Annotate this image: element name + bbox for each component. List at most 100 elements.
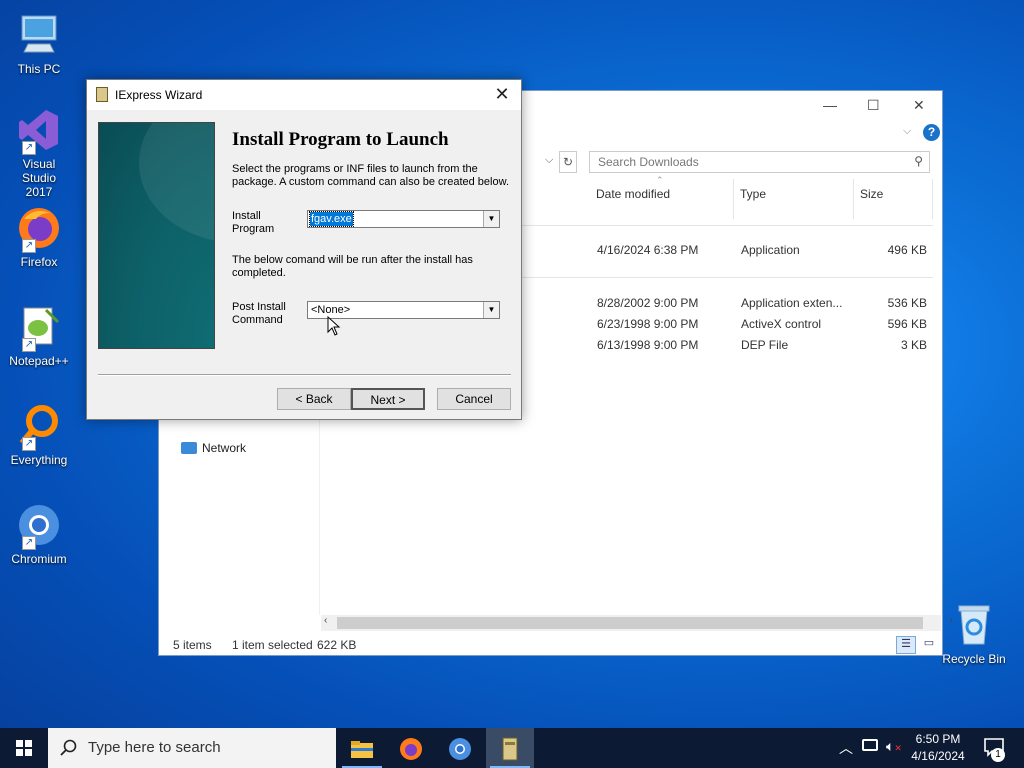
dialog-titlebar[interactable]: IExpress Wizard ✕ bbox=[87, 80, 521, 110]
search-icon bbox=[60, 739, 77, 756]
scroll-left-icon[interactable]: ‹ bbox=[324, 615, 327, 626]
address-dropdown-icon[interactable]: ⌵ bbox=[545, 154, 553, 167]
recycle-bin-icon bbox=[951, 602, 997, 648]
cancel-button[interactable]: Cancel bbox=[437, 388, 511, 410]
scrollbar-thumb[interactable] bbox=[337, 617, 923, 629]
desktop-icon-recycle-bin[interactable]: Recycle Bin bbox=[936, 602, 1012, 666]
file-date: 6/13/1998 9:00 PM bbox=[597, 338, 699, 352]
minimize-icon[interactable]: — bbox=[823, 97, 837, 113]
file-size: 596 KB bbox=[887, 317, 927, 331]
file-date: 4/16/2024 6:38 PM bbox=[597, 243, 699, 257]
desktop-icon-chromium[interactable]: ↗ Chromium bbox=[1, 502, 77, 566]
notepad-plus-plus-icon: ↗ bbox=[16, 304, 62, 352]
file-row[interactable]: 6/13/1998 9:00 PM DEP File 3 KB bbox=[589, 338, 929, 358]
search-input[interactable]: Search Downloads ⚲ bbox=[589, 151, 930, 173]
desktop-icon-label: Notepad++ bbox=[9, 354, 69, 368]
search-icon: ⚲ bbox=[914, 154, 923, 168]
post-install-value: <None> bbox=[311, 304, 351, 316]
everything-search-icon: ↗ bbox=[16, 403, 62, 451]
file-size: 3 KB bbox=[900, 338, 927, 352]
desktop-icon-visual-studio[interactable]: ↗ Visual Studio 2017 bbox=[1, 107, 77, 199]
search-placeholder: Search Downloads bbox=[598, 155, 699, 169]
file-type: ActiveX control bbox=[741, 317, 822, 331]
wizard-banner-image bbox=[98, 122, 215, 349]
windows-logo-icon bbox=[16, 740, 32, 756]
desktop-icon-everything[interactable]: ↗ Everything bbox=[1, 403, 77, 467]
status-bar: 5 items 1 item selected 622 KB ☰ ▭ bbox=[159, 636, 942, 656]
desktop-icon-label: Visual Studio 2017 bbox=[21, 157, 57, 199]
volume-muted-icon[interactable]: 🔈︎✕ bbox=[886, 738, 902, 755]
folder-icon bbox=[351, 740, 373, 758]
file-row[interactable]: 4/16/2024 6:38 PM Application 496 KB bbox=[589, 243, 929, 263]
taskbar-search-placeholder: Type here to search bbox=[88, 739, 221, 756]
next-button[interactable]: Next > bbox=[351, 388, 425, 410]
network-status-icon[interactable] bbox=[862, 739, 878, 751]
scroll-right-icon[interactable]: › bbox=[950, 615, 953, 626]
taskbar-chromium[interactable] bbox=[436, 728, 484, 768]
status-item-count: 5 items bbox=[173, 638, 212, 652]
dropdown-arrow-icon[interactable]: ▼ bbox=[483, 211, 499, 227]
horizontal-scrollbar[interactable]: ‹ › bbox=[321, 615, 953, 631]
post-install-description: The below comand will be run after the i… bbox=[232, 254, 473, 279]
page-heading: Install Program to Launch bbox=[232, 129, 449, 150]
network-icon bbox=[181, 442, 197, 454]
column-type[interactable]: Type bbox=[740, 187, 766, 201]
file-size: 496 KB bbox=[887, 243, 927, 257]
maximize-icon[interactable]: ☐ bbox=[867, 97, 880, 114]
taskbar-firefox[interactable] bbox=[387, 728, 435, 768]
taskbar-file-explorer[interactable] bbox=[338, 728, 386, 768]
notification-badge: 1 bbox=[991, 748, 1005, 762]
column-size[interactable]: Size bbox=[860, 187, 883, 201]
file-type: Application exten... bbox=[741, 296, 843, 310]
taskbar-iexpress[interactable] bbox=[486, 728, 534, 768]
shortcut-arrow-icon: ↗ bbox=[22, 239, 36, 253]
shortcut-arrow-icon: ↗ bbox=[22, 437, 36, 451]
close-icon[interactable]: ✕ bbox=[913, 97, 925, 114]
sort-indicator-icon: ⌃ bbox=[656, 175, 664, 185]
start-button[interactable] bbox=[0, 728, 48, 768]
desktop-icon-label: This PC bbox=[17, 62, 61, 76]
details-view-icon[interactable]: ☰ bbox=[896, 636, 916, 654]
show-hidden-icons-icon[interactable]: ︿ bbox=[839, 738, 853, 758]
file-row[interactable]: 6/23/1998 9:00 PM ActiveX control 596 KB bbox=[589, 317, 929, 337]
chromium-icon bbox=[449, 737, 471, 760]
dialog-divider bbox=[98, 374, 511, 376]
file-type: DEP File bbox=[741, 338, 789, 352]
taskbar-clock[interactable]: 6:50 PM 4/16/2024 bbox=[906, 731, 970, 765]
desktop-icon-this-pc[interactable]: This PC bbox=[1, 12, 77, 76]
taskbar-search-box[interactable]: Type here to search bbox=[48, 728, 336, 768]
desktop-icon-label: Recycle Bin bbox=[942, 652, 1006, 666]
dropdown-arrow-icon[interactable]: ▼ bbox=[483, 302, 499, 318]
dialog-title: IExpress Wizard bbox=[115, 88, 203, 102]
install-program-value: fgav.exe bbox=[309, 211, 354, 227]
mouse-cursor-icon bbox=[327, 316, 341, 336]
file-row[interactable]: 8/28/2002 9:00 PM Application exten... 5… bbox=[589, 296, 929, 316]
visual-studio-icon: ↗ bbox=[16, 107, 62, 155]
iexpress-app-icon bbox=[502, 737, 518, 761]
nav-item-network[interactable]: Network bbox=[181, 441, 246, 455]
status-size: 622 KB bbox=[317, 638, 357, 652]
large-icons-view-icon[interactable]: ▭ bbox=[919, 636, 939, 654]
column-date-modified[interactable]: Date modified bbox=[596, 187, 670, 201]
back-button[interactable]: < Back bbox=[277, 388, 351, 410]
ribbon-expand-icon[interactable]: ⌵ bbox=[903, 125, 911, 138]
iexpress-wizard-dialog: IExpress Wizard ✕ Install Program to Lau… bbox=[86, 79, 522, 420]
firefox-icon: ↗ bbox=[16, 205, 62, 253]
iexpress-app-icon bbox=[96, 87, 108, 102]
desktop-icon-notepad-plus-plus[interactable]: ↗ Notepad++ bbox=[1, 304, 77, 368]
shortcut-arrow-icon: ↗ bbox=[22, 338, 36, 352]
clock-time: 6:50 PM bbox=[915, 732, 961, 746]
close-icon[interactable]: ✕ bbox=[491, 83, 513, 105]
chromium-icon: ↗ bbox=[16, 502, 62, 550]
help-icon[interactable]: ? bbox=[923, 124, 940, 141]
status-selected: 1 item selected bbox=[232, 638, 313, 652]
desktop-icon-label: Everything bbox=[10, 453, 68, 467]
file-size: 536 KB bbox=[887, 296, 927, 310]
desktop-icon-firefox[interactable]: ↗ Firefox bbox=[1, 205, 77, 269]
nav-item-label: Network bbox=[202, 441, 247, 455]
computer-icon bbox=[16, 12, 62, 58]
action-center-button[interactable]: 1 bbox=[978, 728, 1024, 768]
install-program-combobox[interactable]: fgav.exe ▼ bbox=[307, 210, 500, 228]
file-date: 8/28/2002 9:00 PM bbox=[597, 296, 699, 310]
refresh-icon[interactable]: ↻ bbox=[559, 151, 577, 173]
